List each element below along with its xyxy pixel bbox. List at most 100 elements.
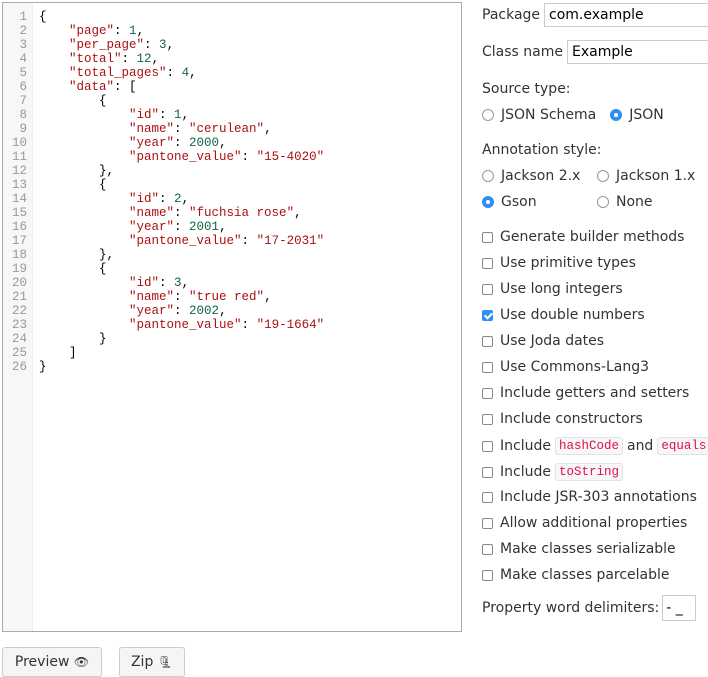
code-token: "total_pages" xyxy=(69,66,167,80)
code-term: toString xyxy=(554,463,623,481)
option-checkbox[interactable]: Use Commons-Lang3 xyxy=(482,359,649,375)
option-checkbox[interactable]: Use Joda dates xyxy=(482,333,604,349)
package-input[interactable] xyxy=(544,3,708,27)
code-line: 4 "total": 12, xyxy=(3,52,461,66)
code-token: : xyxy=(174,220,190,234)
line-number: 8 xyxy=(19,108,27,122)
radio-label: None xyxy=(616,194,653,210)
option-label: Include JSR-303 annotations xyxy=(500,489,697,505)
code-line: 8 "id": 1, xyxy=(3,108,461,122)
code-token: "pantone_value" xyxy=(129,234,242,248)
checkbox-icon xyxy=(482,413,493,425)
code-token: : xyxy=(159,108,175,122)
code-line: 3 "per_page": 3, xyxy=(3,38,461,52)
code-token: "name" xyxy=(129,206,175,220)
radio-none[interactable]: None xyxy=(597,194,653,210)
checkbox-icon xyxy=(482,491,493,503)
option-label: Allow additional properties xyxy=(500,515,688,531)
line-number: 9 xyxy=(19,122,27,136)
option-checkbox[interactable]: Include JSR-303 annotations xyxy=(482,489,697,505)
code-token: "15-4020" xyxy=(256,150,325,164)
code-token: : xyxy=(114,24,130,38)
option-checkbox[interactable]: Include getters and setters xyxy=(482,385,689,401)
option-checkbox[interactable]: Generate builder methods xyxy=(482,229,684,245)
checkbox-checked-icon xyxy=(482,309,493,321)
option-label: and xyxy=(626,438,654,454)
option-checkbox[interactable]: Allow additional properties xyxy=(482,515,687,531)
option-label: Make classes parcelable xyxy=(500,567,670,583)
line-number: 22 xyxy=(11,304,27,318)
option-checkbox[interactable]: Use double numbers xyxy=(482,307,645,323)
option-checkbox[interactable]: Use primitive types xyxy=(482,255,636,271)
option-label: Use Joda dates xyxy=(500,333,605,349)
code-token: : xyxy=(159,192,175,206)
class-name-input[interactable] xyxy=(567,40,708,64)
preview-button[interactable]: Preview 👁 xyxy=(2,647,102,677)
line-number: 2 xyxy=(19,24,27,38)
code-token: 1 xyxy=(129,24,137,38)
code-token: 3 xyxy=(159,38,167,52)
code-token: { xyxy=(39,262,107,276)
code-token: "year" xyxy=(129,220,175,234)
code-line: 9 "name": "cerulean", xyxy=(3,122,461,136)
zip-label: Zip xyxy=(130,654,154,670)
line-number: 18 xyxy=(11,248,27,262)
code-token: "year" xyxy=(129,304,175,318)
code-token: , xyxy=(181,276,190,290)
code-line: 5 "total_pages": 4, xyxy=(3,66,461,80)
delimiters-label: Property word delimiters: xyxy=(482,600,660,616)
radio-icon xyxy=(482,109,494,121)
code-token: "fuchsia rose" xyxy=(189,206,295,220)
code-line: 6 "data": [ xyxy=(3,80,461,94)
line-number: 4 xyxy=(19,52,27,66)
line-number: 13 xyxy=(11,178,27,192)
line-number: 11 xyxy=(11,150,27,164)
code-token: "pantone_value" xyxy=(129,150,242,164)
line-number: 21 xyxy=(11,290,27,304)
line-number: 24 xyxy=(11,332,27,346)
package-label: Package xyxy=(482,7,541,23)
line-number: 17 xyxy=(11,234,27,248)
code-token: 2000 xyxy=(189,136,220,150)
code-line: 2 "page": 1, xyxy=(3,24,461,38)
radio-json[interactable]: JSON xyxy=(610,107,664,123)
option-checkbox[interactable]: Include toString xyxy=(482,463,627,481)
code-token: , xyxy=(219,304,227,318)
option-checkbox[interactable]: Include constructors xyxy=(482,411,643,427)
checkbox-icon xyxy=(482,257,493,269)
zip-button[interactable]: Zip 🗜 xyxy=(119,647,185,677)
option-checkbox[interactable]: Make classes parcelable xyxy=(482,567,670,583)
option-label: Use primitive types xyxy=(500,255,636,271)
radio-label: Jackson 2.x xyxy=(501,168,581,184)
code-token: "year" xyxy=(129,136,175,150)
option-checkbox[interactable]: Make classes serializable xyxy=(482,541,676,557)
delimiters-input[interactable] xyxy=(662,595,697,621)
option-checkbox[interactable]: Use long integers xyxy=(482,281,623,297)
code-line: 22 "year": 2002, xyxy=(3,304,461,318)
code-token: , xyxy=(189,66,197,80)
checkbox-icon xyxy=(482,283,493,295)
option-label: Include constructors xyxy=(500,411,643,427)
line-number: 10 xyxy=(11,136,27,150)
json-editor[interactable]: 1 {2 "page": 1,3 "per_page": 3,4 "total":… xyxy=(2,2,462,632)
code-token: ] xyxy=(39,346,77,360)
option-checkbox[interactable]: Include hashCode and equals xyxy=(482,437,708,455)
code-content[interactable]: 1 {2 "page": 1,3 "per_page": 3,4 "total":… xyxy=(3,10,461,374)
radio-json-schema[interactable]: JSON Schema xyxy=(482,107,596,123)
radio-gson[interactable]: Gson xyxy=(482,194,597,210)
code-token: , xyxy=(181,192,190,206)
radio-jackson2[interactable]: Jackson 2.x xyxy=(482,168,597,184)
code-token: : xyxy=(166,66,182,80)
code-line: 18 }, xyxy=(3,248,461,262)
code-token: , xyxy=(219,220,227,234)
radio-jackson1[interactable]: Jackson 1.x xyxy=(597,168,695,184)
checkbox-icon xyxy=(482,387,493,399)
